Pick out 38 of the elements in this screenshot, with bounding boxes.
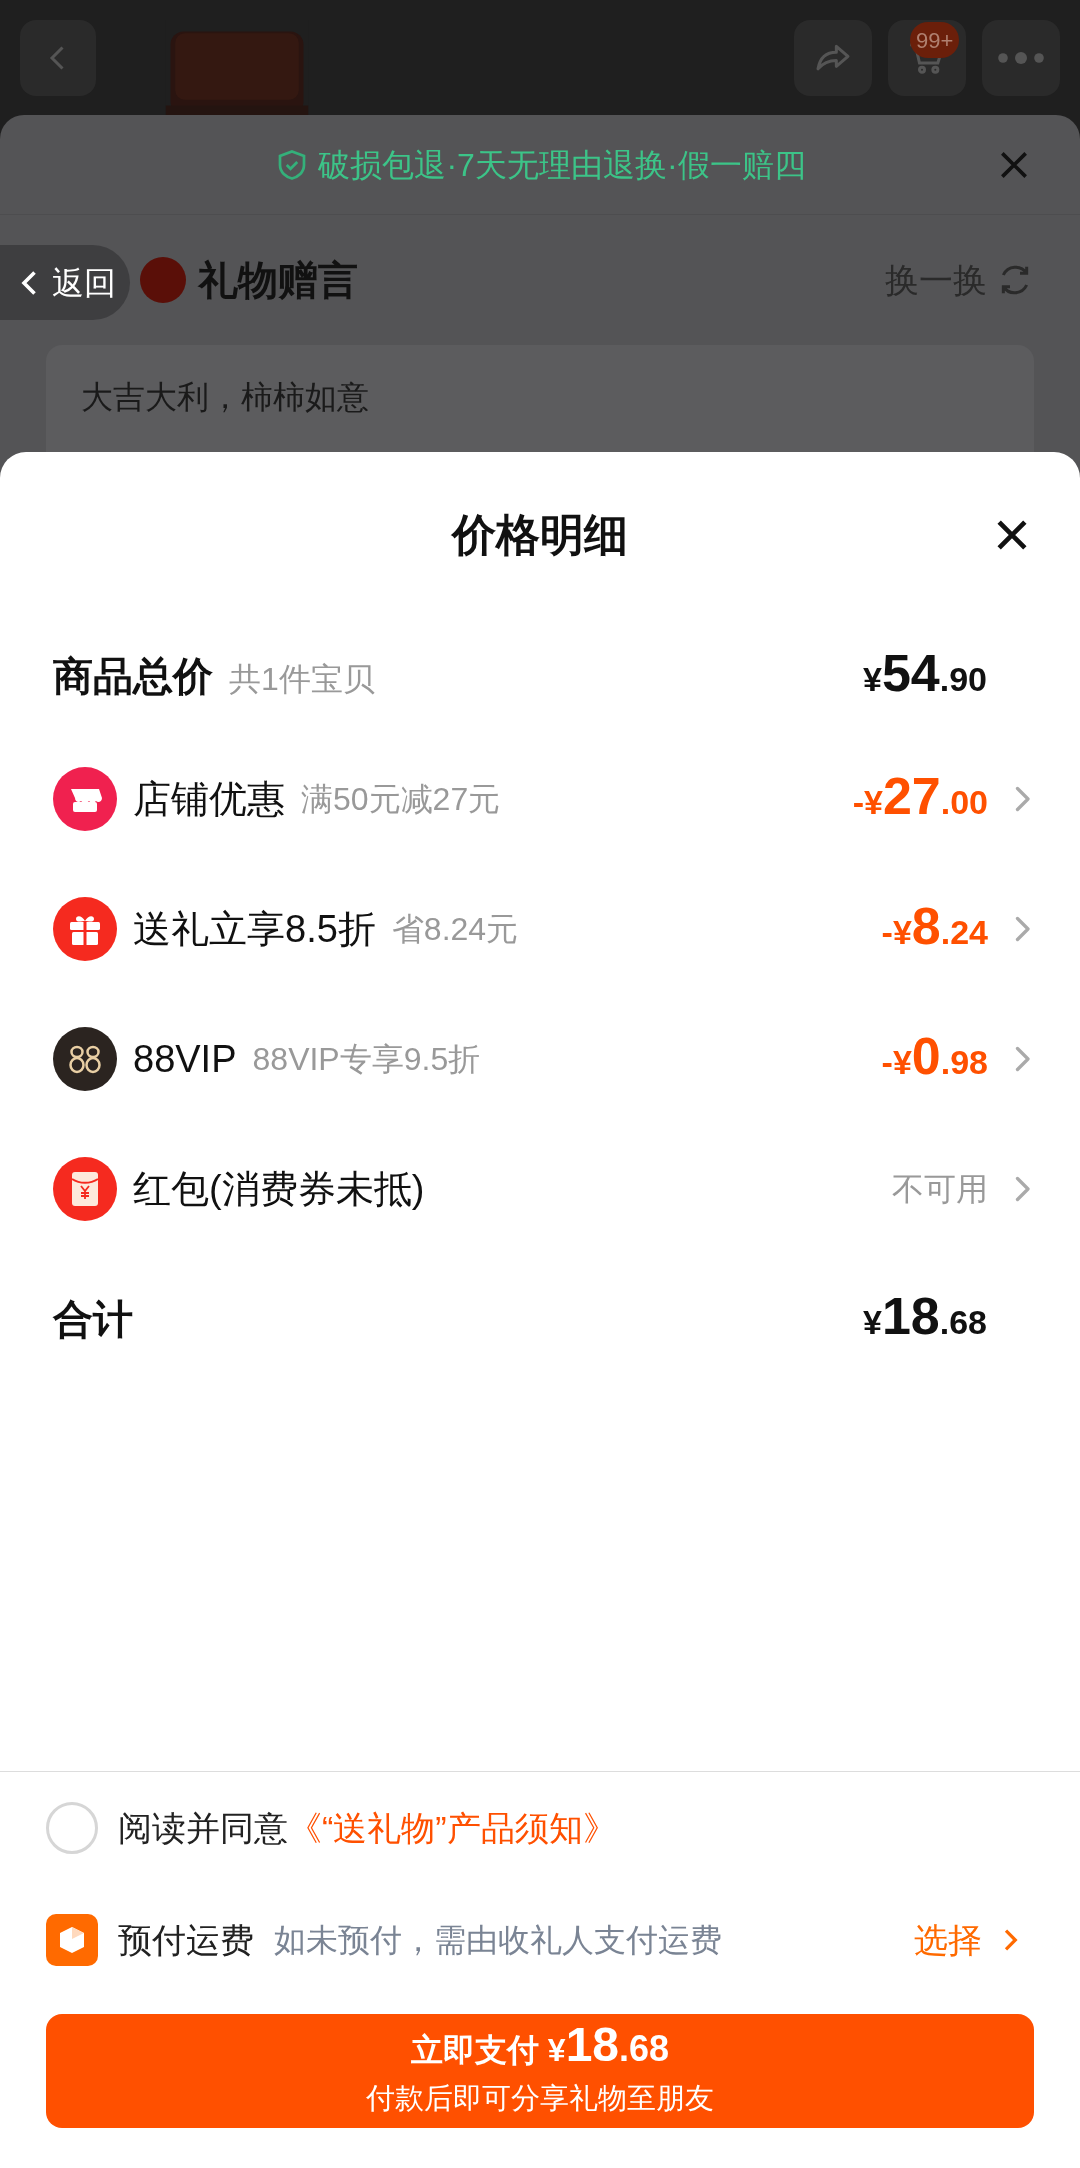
agree-checkbox[interactable]	[46, 1802, 98, 1854]
more-icon	[997, 52, 1045, 64]
gift-message: 大吉大利，柿柿如意	[81, 379, 369, 415]
share-button[interactable]	[794, 20, 872, 96]
subtotal-note: 共1件宝贝	[229, 660, 375, 699]
row-label: 送礼立享8.5折	[133, 906, 376, 952]
prepay-note: 如未预付，需由收礼人支付运费	[274, 1921, 722, 1960]
row-label: 88VIP	[133, 1036, 237, 1082]
guarantee-text: 破损包退·7天无理由退换·假一赔四	[318, 145, 806, 185]
row-note: 88VIP专享9.5折	[252, 1040, 481, 1079]
row-label: 店铺优惠	[133, 776, 285, 822]
total-price: ¥18.68	[862, 1290, 987, 1347]
row-status: 不可用	[892, 1170, 988, 1209]
gift-message-title: 礼物赠言	[198, 257, 358, 304]
row-label: 红包(消费券未抵)	[133, 1166, 425, 1212]
prepay-label: 预付运费	[118, 1919, 254, 1961]
discount-amount: -¥8.24	[881, 900, 988, 957]
envelope-icon	[53, 1157, 117, 1221]
vip-icon	[53, 1027, 117, 1091]
store-icon	[53, 767, 117, 831]
discount-amount: -¥27.00	[852, 770, 988, 827]
subtotal-price: ¥54.90	[862, 647, 987, 704]
sheet-title: 价格明细	[452, 509, 628, 561]
total-label: 合计	[53, 1296, 133, 1343]
more-button[interactable]	[982, 20, 1060, 96]
box-icon	[46, 1914, 98, 1966]
cart-badge: 99+	[910, 22, 960, 58]
price-row[interactable]: 店铺优惠 满50元减27元 -¥27.00	[0, 734, 1080, 864]
gift-avatar-icon	[140, 257, 186, 303]
subtotal-label: 商品总价	[53, 653, 213, 700]
gift-icon	[53, 897, 117, 961]
price-row[interactable]: 88VIP 88VIP专享9.5折 -¥0.98	[0, 994, 1080, 1124]
price-row[interactable]: 送礼立享8.5折 省8.24元 -¥8.24	[0, 864, 1080, 994]
row-note: 省8.24元	[391, 910, 519, 949]
agreement-text: 阅读并同意	[118, 1807, 288, 1849]
discount-amount: -¥0.98	[881, 1030, 988, 1087]
price-row[interactable]: 红包(消费券未抵) 不可用	[0, 1124, 1080, 1254]
row-note: 满50元减27元	[301, 780, 501, 819]
